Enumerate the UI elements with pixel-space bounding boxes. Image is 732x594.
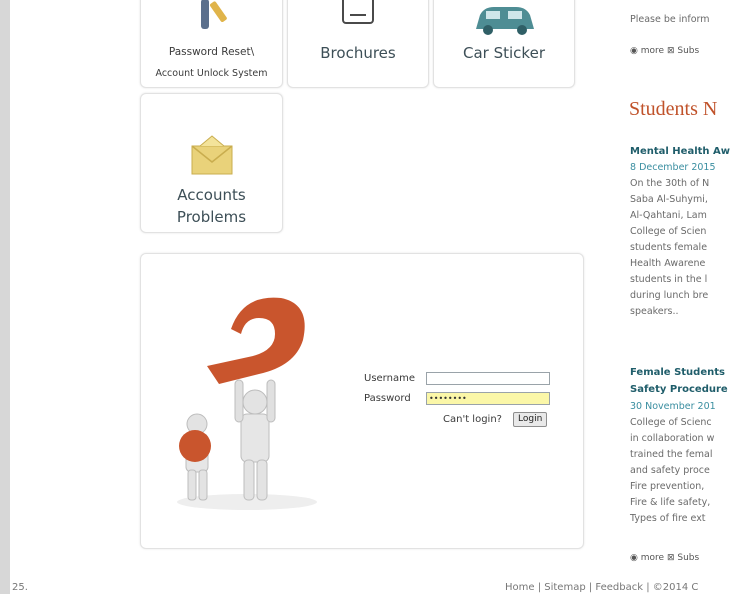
news-title-2-line-2[interactable]: Safety Procedure: [630, 384, 728, 395]
news-text-line: Types of fire ext: [630, 513, 706, 524]
radio-icon: ◉: [630, 553, 638, 563]
car-sticker-label: Car Sticker: [463, 44, 545, 62]
tools-icon: [201, 0, 227, 29]
brochures-label: Brochures: [320, 44, 396, 62]
news-title-1[interactable]: Mental Health Aw: [630, 146, 730, 157]
accounts-problems-label-2: Problems: [176, 208, 247, 226]
password-reset-label-1: Password Reset\: [168, 46, 255, 58]
username-label: Username: [364, 373, 415, 384]
brochure-icon: [342, 0, 374, 24]
more-row-bottom: ◉ more ⊠ Subs: [630, 553, 699, 563]
news-text-line: in collaboration w: [630, 433, 715, 444]
news-title-2-line-1[interactable]: Female Students: [630, 367, 725, 378]
footer-links[interactable]: Home | Sitemap | Feedback | ©2014 C: [505, 582, 698, 593]
news-text-line: Fire prevention,: [630, 481, 705, 492]
news-sidebar: Please be inform ◉ more ⊠ Subs Students …: [629, 0, 732, 594]
news-date-1: 8 December 2015: [630, 162, 716, 173]
news-date-2: 30 November 201: [630, 401, 716, 412]
brochures-tile[interactable]: Brochures: [287, 0, 429, 88]
footer-left-text: 25.: [12, 582, 28, 593]
subscribe-link-top[interactable]: Subs: [677, 46, 699, 56]
question-mark-figures-illustration: [177, 297, 317, 510]
news-text-line: students female: [630, 242, 708, 253]
news-text-line: Saba Al-Suhymi,: [630, 194, 708, 205]
more-link-top[interactable]: more: [641, 46, 664, 56]
password-label: Password: [364, 393, 411, 404]
page: Password Reset\ Account Unlock System Br…: [10, 0, 732, 594]
news-text-line: Fire & life safety,: [630, 497, 711, 508]
password-reset-label-2: Account Unlock System: [155, 68, 268, 79]
news-text-line: Health Awarene: [630, 258, 706, 269]
news-text-line: students in the l: [630, 274, 708, 285]
rss-icon: ⊠: [666, 46, 675, 56]
more-link-bottom[interactable]: more: [641, 553, 664, 563]
news-text-line: during lunch bre: [630, 290, 709, 301]
login-panel: Username Password •••••••• Can't login? …: [140, 253, 584, 549]
password-reset-tile[interactable]: Password Reset\ Account Unlock System: [140, 0, 283, 88]
accounts-problems-tile[interactable]: Accounts Problems: [140, 93, 283, 233]
sidebar-top-text: Please be inform: [630, 14, 710, 25]
news-text-line: College of Scienc: [630, 417, 712, 428]
rss-icon: ⊠: [666, 553, 675, 563]
news-text-line: trained the femal: [630, 449, 713, 460]
subscribe-link-bottom[interactable]: Subs: [677, 553, 699, 563]
students-news-heading: Students N: [629, 98, 718, 120]
cant-login-link[interactable]: Can't login?: [443, 414, 502, 425]
car-sticker-tile[interactable]: Car Sticker: [433, 0, 575, 88]
car-icon: [476, 7, 534, 35]
radio-icon: ◉: [630, 46, 638, 56]
more-row-top: ◉ more ⊠ Subs: [630, 46, 699, 56]
username-input[interactable]: [426, 372, 550, 385]
news-text-line: College of Scien: [630, 226, 707, 237]
news-text-line: and safety proce: [630, 465, 710, 476]
password-input[interactable]: ••••••••: [426, 392, 550, 405]
login-button[interactable]: Login: [513, 412, 548, 427]
news-text-line: speakers..: [630, 306, 679, 317]
envelope-icon: [191, 135, 233, 175]
accounts-problems-label-1: Accounts: [177, 186, 246, 204]
news-text-line: Al-Qahtani, Lam: [630, 210, 707, 221]
news-text-line: On the 30th of N: [630, 178, 710, 189]
